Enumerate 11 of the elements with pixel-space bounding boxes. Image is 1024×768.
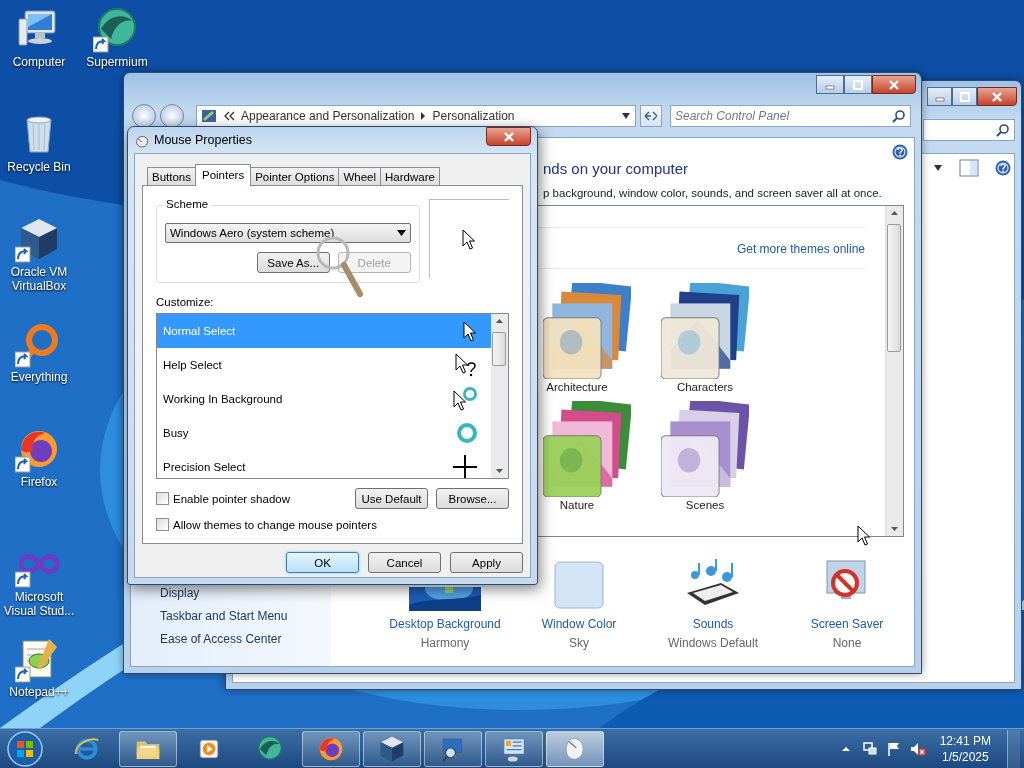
show-desktop-button[interactable] — [1007, 729, 1020, 768]
start-button[interactable] — [4, 729, 46, 768]
taskbar-button[interactable] — [424, 730, 482, 767]
clock-time[interactable]: 12:41 PM — [939, 732, 991, 749]
clock-date[interactable]: 1/5/2025 — [941, 748, 989, 765]
taskbar-button[interactable] — [363, 730, 421, 767]
taskbar-button[interactable] — [485, 730, 543, 767]
taskbar-button[interactable] — [546, 730, 604, 767]
taskbar-button[interactable] — [119, 730, 177, 767]
flag-icon[interactable] — [885, 740, 902, 757]
network-icon[interactable] — [861, 740, 878, 757]
